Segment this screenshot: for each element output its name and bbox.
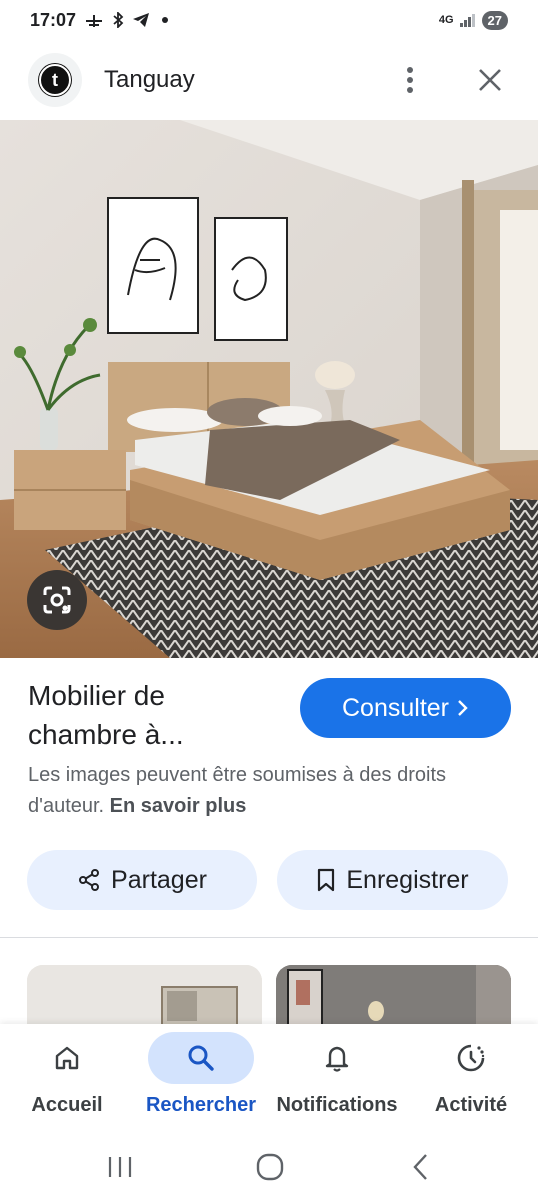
close-icon xyxy=(479,69,501,91)
lens-search-button[interactable] xyxy=(27,570,87,630)
site-logo[interactable]: t xyxy=(28,53,82,107)
related-thumbnail-1 xyxy=(27,965,262,1025)
save-label: Enregistrer xyxy=(346,865,469,894)
more-vert-icon xyxy=(407,67,413,93)
back-button[interactable] xyxy=(390,1142,450,1192)
nav-home-label: Accueil xyxy=(31,1094,103,1116)
nav-notifications-icon-wrap xyxy=(284,1032,390,1084)
visit-button-label: Consulter xyxy=(342,693,449,722)
back-chevron-icon xyxy=(413,1154,427,1180)
bell-icon xyxy=(325,1046,349,1072)
nav-notifications-label: Notifications xyxy=(276,1094,398,1116)
nav-activity[interactable]: Activité xyxy=(418,1024,524,1132)
home-system-button[interactable] xyxy=(240,1142,300,1192)
battery-badge: 27 xyxy=(481,10,508,30)
home-circle-icon xyxy=(256,1153,284,1181)
share-icon xyxy=(79,869,100,891)
signal-icon xyxy=(459,14,475,27)
site-logo-letter: t xyxy=(39,64,71,96)
close-button[interactable] xyxy=(470,60,510,100)
viewer-header: t Tanguay xyxy=(0,40,538,120)
recents-icon xyxy=(108,1157,132,1177)
recents-button[interactable] xyxy=(90,1142,150,1192)
search-icon xyxy=(188,1045,214,1071)
nav-search-label: Rechercher xyxy=(145,1094,257,1116)
bluetooth-icon xyxy=(113,12,124,28)
system-navigation-bar xyxy=(0,1132,538,1199)
airplane-cast-icon xyxy=(86,15,103,27)
site-name[interactable]: Tanguay xyxy=(104,66,195,94)
save-button[interactable]: Enregistrer xyxy=(277,850,508,910)
notification-dot-icon xyxy=(162,17,169,23)
nav-activity-icon-wrap xyxy=(418,1032,524,1084)
related-image-2[interactable] xyxy=(276,965,511,1025)
status-time: 17:07 xyxy=(30,9,77,30)
home-icon xyxy=(55,1046,79,1070)
related-image-1[interactable] xyxy=(27,965,262,1025)
telegram-icon xyxy=(133,13,150,27)
section-divider xyxy=(0,937,538,938)
more-options-button[interactable] xyxy=(390,60,430,100)
share-button[interactable]: Partager xyxy=(27,850,257,910)
learn-more-link[interactable]: En savoir plus xyxy=(110,795,247,817)
bedroom-illustration xyxy=(0,120,538,658)
nav-activity-label: Activité xyxy=(434,1094,508,1116)
chevron-right-icon xyxy=(458,700,468,716)
activity-icon xyxy=(457,1044,485,1072)
nav-search-icon-wrap xyxy=(148,1032,254,1084)
copyright-notice: Les images peuvent être soumises à des d… xyxy=(28,760,518,822)
status-bar: 17:07 4G 27 xyxy=(0,0,538,40)
result-title: Mobilier de chambre à... xyxy=(28,680,184,750)
nav-home-icon-wrap xyxy=(14,1032,120,1084)
nav-search[interactable]: Rechercher xyxy=(146,1024,256,1132)
visit-button[interactable]: Consulter xyxy=(300,678,511,738)
google-lens-icon xyxy=(43,586,71,614)
share-label: Partager xyxy=(111,865,207,894)
network-type: 4G xyxy=(438,14,454,26)
related-thumbnail-2 xyxy=(276,965,511,1025)
nav-notifications[interactable]: Notifications xyxy=(275,1024,399,1132)
nav-home[interactable]: Accueil xyxy=(14,1024,120,1132)
bookmark-icon xyxy=(318,868,335,892)
bottom-navigation: Accueil Rechercher Notifications Activit… xyxy=(0,1024,538,1132)
result-image[interactable] xyxy=(0,120,538,658)
